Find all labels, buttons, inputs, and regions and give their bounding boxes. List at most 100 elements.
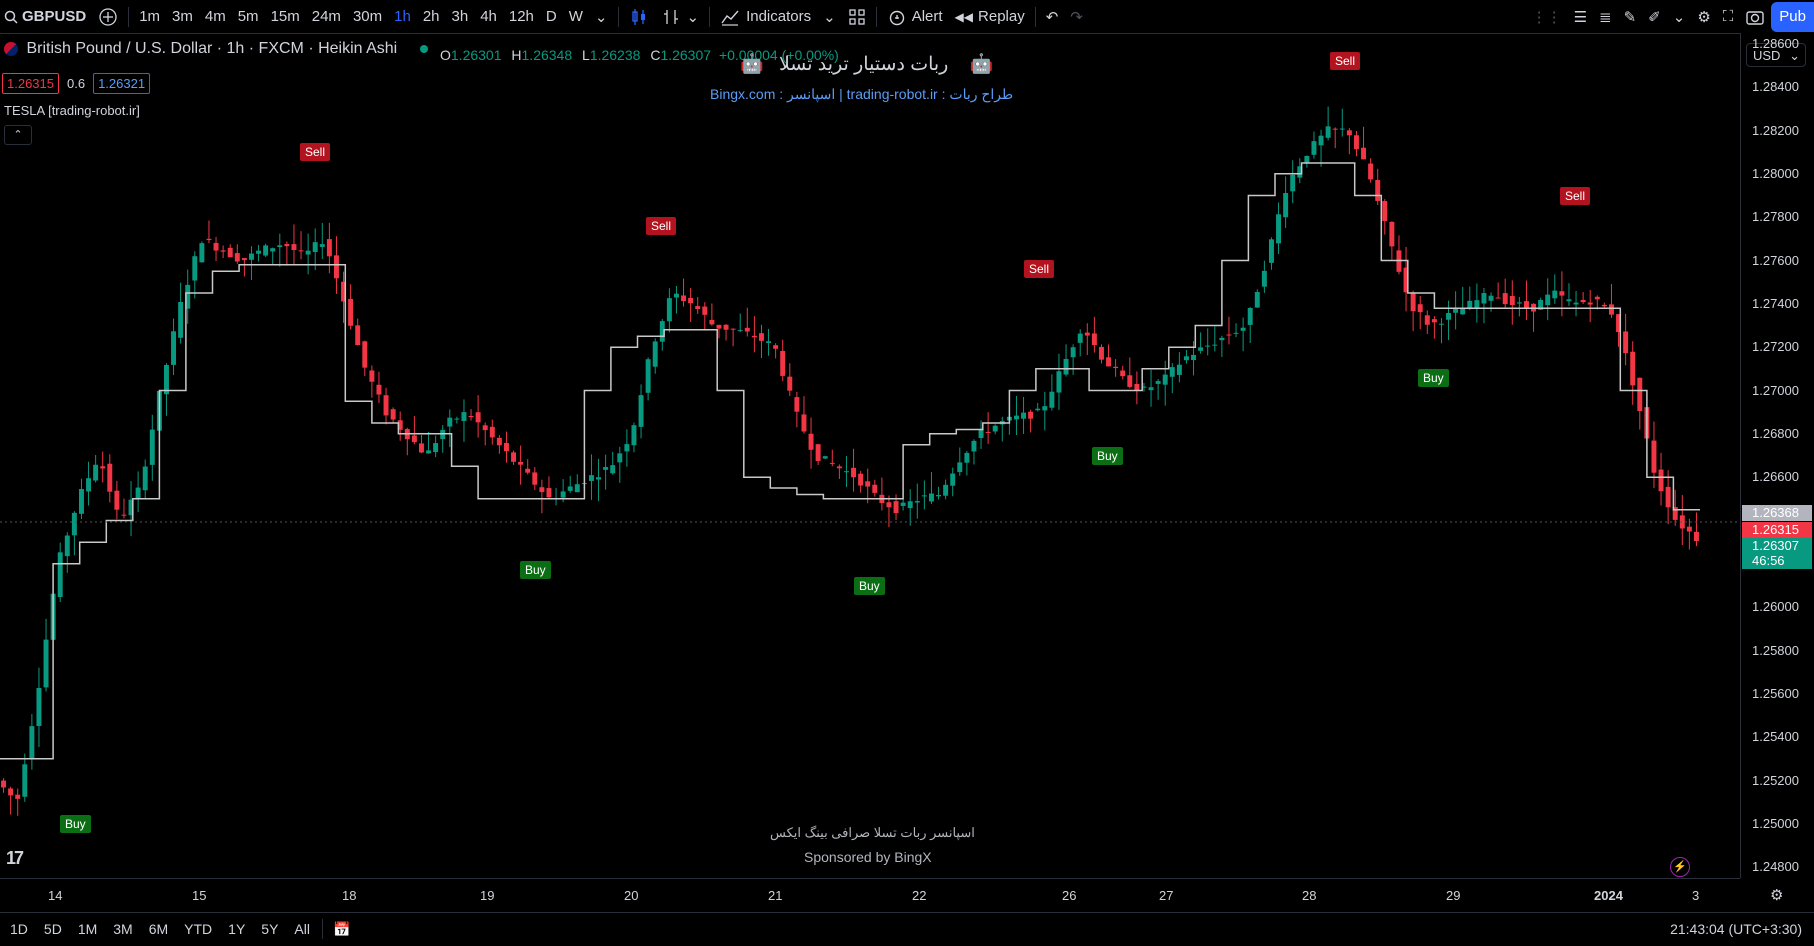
clock[interactable]: 21:43:04 (UTC+3:30) (1670, 921, 1802, 937)
range-1m[interactable]: 1M (70, 921, 105, 937)
candle-body (900, 502, 906, 506)
timeframe-2h[interactable]: 2h (417, 8, 446, 25)
replay-button[interactable]: ◀◀ Replay (949, 0, 1031, 33)
high-label: H (511, 47, 522, 63)
candle-body (454, 418, 460, 420)
candle-body (1212, 344, 1218, 346)
timeframe-1h[interactable]: 1h (388, 8, 417, 25)
drawing-dropdown[interactable]: ⌄ (1667, 0, 1692, 33)
tradingview-logo[interactable]: 17 (6, 848, 24, 869)
data-window-button[interactable]: ≣ (1593, 0, 1618, 33)
timeframe-12h[interactable]: 12h (503, 8, 540, 25)
price-chart[interactable] (0, 33, 1740, 878)
indicators-button[interactable]: Indicators (714, 0, 817, 33)
candle-body (1545, 294, 1551, 306)
drag-handle[interactable]: ⋮⋮ (1526, 0, 1568, 33)
candle-body (992, 425, 998, 432)
fullscreen-button[interactable]: ⛶ (1717, 0, 1740, 33)
candle-body (1580, 299, 1586, 303)
timeframe-30m[interactable]: 30m (347, 8, 388, 25)
range-1d[interactable]: 1D (2, 921, 36, 937)
redo-button[interactable]: ↷ (1064, 0, 1089, 33)
candle-body (199, 243, 205, 263)
timeframe-4h[interactable]: 4h (474, 8, 503, 25)
settings-button[interactable]: ⚙ (1691, 0, 1716, 33)
candle-body (1155, 381, 1161, 384)
timeframe-D[interactable]: D (540, 8, 563, 25)
drawing-button[interactable]: ✐ (1642, 0, 1667, 33)
layouts-button[interactable] (842, 0, 872, 33)
collapse-legend-button[interactable]: ⌃ (4, 125, 32, 145)
candle-body (652, 341, 658, 367)
candle-body (815, 444, 821, 462)
buy-price-button[interactable]: 1.26321 (93, 73, 151, 94)
range-3m[interactable]: 3M (105, 921, 140, 937)
add-symbol-button[interactable] (92, 0, 124, 33)
timeframe-24m[interactable]: 24m (306, 8, 347, 25)
candle-body (390, 409, 396, 420)
gear-icon: ⚙ (1770, 887, 1784, 904)
candle-body (426, 450, 432, 454)
range-ytd[interactable]: YTD (176, 921, 220, 937)
alert-button[interactable]: Alert (881, 0, 949, 33)
snapshot-button[interactable] (1739, 0, 1771, 33)
timeframe-list: 1m 3m 4m 5m 15m 24m 30m 1h 2h 3h 4h 12h D W (133, 8, 589, 25)
timeframe-4m[interactable]: 4m (199, 8, 232, 25)
range-all[interactable]: All (286, 921, 318, 937)
price-tick: 1.26800 (1752, 425, 1799, 441)
price-axis[interactable] (1740, 33, 1814, 878)
chevron-down-icon: ⌄ (594, 8, 608, 26)
go-to-date-button[interactable]: 📅 (327, 913, 356, 946)
indicators-dropdown[interactable]: ⌄ (817, 0, 842, 33)
candle-body (15, 794, 21, 799)
candle-body (666, 298, 672, 322)
range-list: 1D 5D 1M 3M 6M YTD 1Y 5Y All (0, 921, 318, 937)
time-tick: 29 (1446, 888, 1461, 903)
timeframe-3h[interactable]: 3h (446, 8, 475, 25)
close-value: 1.26307 (660, 47, 712, 63)
sell-price-button[interactable]: 1.26315 (2, 73, 59, 94)
timeframe-15m[interactable]: 15m (265, 8, 306, 25)
divider (709, 6, 711, 27)
candle-body (950, 473, 956, 486)
buy-signal-label: Buy (60, 814, 91, 833)
candle-body (843, 471, 849, 473)
lightning-icon[interactable]: ⚡ (1670, 857, 1690, 877)
candle-body (794, 397, 800, 412)
timeframe-3m[interactable]: 3m (166, 8, 199, 25)
range-1y[interactable]: 1Y (220, 921, 253, 937)
candle-body (624, 444, 630, 452)
candle-body (836, 466, 842, 469)
buy-signal-label: Buy (1418, 368, 1449, 387)
timeframe-5m[interactable]: 5m (232, 8, 265, 25)
symbol-title[interactable]: British Pound / U.S. Dollar · 1h · FXCM … (26, 40, 397, 57)
candle-body (1651, 440, 1657, 473)
publish-button[interactable]: Pub (1771, 1, 1814, 32)
brush-button[interactable]: ✎ (1618, 0, 1643, 33)
undo-button[interactable]: ↶ (1040, 0, 1065, 33)
axis-settings-button[interactable]: ⚙ (1770, 886, 1783, 904)
symbol-search[interactable]: GBPUSD (0, 0, 92, 33)
candle-body (1410, 292, 1416, 312)
right-toolbar: ⋮⋮ ☰ ≣ ✎ ✐ ⌄ ⚙ ⛶ Pub (1526, 0, 1814, 33)
divider (875, 6, 877, 27)
timeframe-1m[interactable]: 1m (133, 8, 166, 25)
candle-body (596, 477, 602, 480)
indicator-label[interactable]: TESLA [trading-robot.ir] (4, 103, 140, 118)
candle-body (1091, 333, 1097, 346)
sell-signal-label: Sell (646, 216, 677, 235)
candle-body (1594, 296, 1600, 300)
candle-body (1084, 332, 1090, 336)
range-6m[interactable]: 6M (141, 921, 176, 937)
time-axis[interactable] (0, 878, 1740, 913)
timeframe-dropdown[interactable]: ⌄ (589, 0, 614, 33)
gear-icon: ⚙ (1697, 8, 1711, 26)
range-5d[interactable]: 5D (36, 921, 70, 937)
chart-type-button[interactable] (623, 0, 655, 33)
range-5y[interactable]: 5Y (253, 921, 286, 937)
bar-style-button[interactable]: ⌄ (655, 0, 706, 33)
candle-body (192, 256, 198, 281)
candle-body (206, 238, 212, 241)
object-tree-button[interactable]: ☰ (1568, 0, 1593, 33)
timeframe-W[interactable]: W (563, 8, 589, 25)
